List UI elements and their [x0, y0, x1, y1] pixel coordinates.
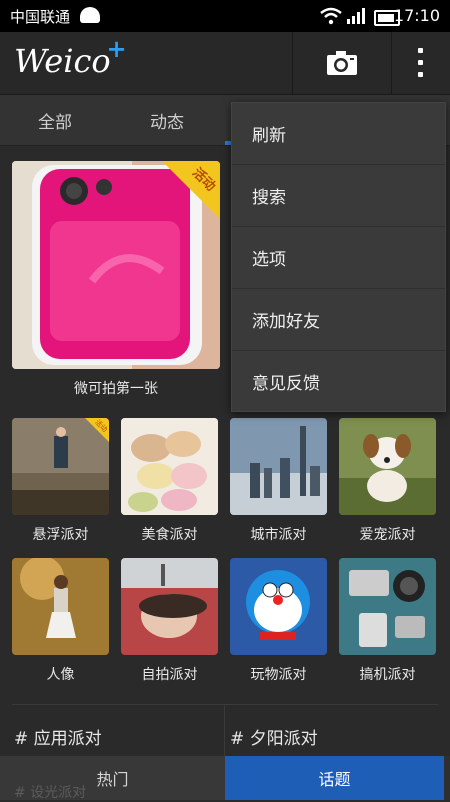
android-icon — [80, 7, 100, 23]
thumb-gadgets[interactable] — [339, 558, 436, 655]
dog-image — [339, 418, 436, 515]
portrait-image — [12, 558, 109, 655]
divider — [224, 706, 225, 756]
thumb-selfie[interactable] — [121, 558, 218, 655]
doraemon-image — [230, 558, 327, 655]
thumb-label: 城市派对 — [250, 527, 307, 543]
wifi-icon — [320, 7, 342, 25]
city-image — [230, 418, 327, 515]
logo-text: Weico — [14, 42, 111, 80]
tab-topics-label: 话题 — [318, 770, 351, 789]
clock: 17:10 — [393, 6, 440, 25]
tab-topics[interactable]: 话题 — [225, 756, 444, 800]
thumb-label: 美食派对 — [141, 527, 198, 543]
signal-icon — [347, 8, 365, 24]
dot-icon — [418, 72, 423, 77]
thumb-portrait[interactable] — [12, 558, 109, 655]
ghost-topic-text: # 设光派对 — [14, 785, 87, 801]
thumb-pets[interactable] — [339, 418, 436, 515]
bottom-tab-bar: 热门 话题 # 设光派对 — [0, 756, 450, 801]
tab-activity[interactable]: 动态 — [150, 108, 184, 133]
thumb-label: 人像 — [46, 667, 75, 683]
menu-item-add-friend[interactable]: 添加好友 — [232, 289, 445, 351]
thumb-label: 玩物派对 — [250, 667, 307, 683]
carrier-name: 中国联通 — [10, 8, 71, 26]
menu-item-options[interactable]: 选项 — [232, 227, 445, 289]
divider — [12, 704, 438, 705]
status-bar: 中国联通 17:10 — [0, 0, 450, 32]
selfie-image — [121, 558, 218, 655]
app-bar: Weico + — [0, 32, 450, 95]
camera-icon — [327, 51, 357, 75]
overflow-menu-button[interactable] — [391, 32, 450, 94]
menu-item-search[interactable]: 搜索 — [232, 165, 445, 227]
dot-icon — [418, 48, 423, 53]
menu-item-label: 选项 — [252, 250, 286, 270]
topic-sunset-party[interactable]: # 夕阳派对 — [230, 724, 318, 749]
thumb-label: 搞机派对 — [359, 667, 416, 683]
logo-plus: + — [106, 34, 127, 63]
menu-item-label: 刷新 — [252, 126, 286, 146]
thumb-food[interactable] — [121, 418, 218, 515]
camera-button[interactable] — [292, 32, 392, 94]
thumb-toys[interactable] — [230, 558, 327, 655]
app-logo: Weico + — [14, 34, 127, 80]
gadgets-image — [339, 558, 436, 655]
macaron-image — [121, 418, 218, 515]
topic-app-party[interactable]: # 应用派对 — [14, 724, 102, 749]
thumb-floating[interactable]: 活动 — [12, 418, 109, 515]
tab-all[interactable]: 全部 — [38, 108, 72, 133]
dot-icon — [418, 60, 423, 65]
thumb-city[interactable] — [230, 418, 327, 515]
overflow-menu: 刷新 搜索 选项 添加好友 意见反馈 — [231, 102, 446, 412]
thumb-label: 悬浮派对 — [32, 527, 89, 543]
menu-item-label: 搜索 — [252, 188, 286, 208]
thumb-label: 自拍派对 — [141, 667, 198, 683]
featured-card[interactable]: 活动 — [12, 161, 220, 369]
menu-item-refresh[interactable]: 刷新 — [232, 103, 445, 165]
menu-item-label: 意见反馈 — [252, 374, 320, 394]
featured-caption: 微可拍第一张 — [74, 381, 158, 397]
menu-item-feedback[interactable]: 意见反馈 — [232, 351, 445, 412]
menu-item-label: 添加好友 — [252, 312, 320, 332]
thumb-label: 爱宠派对 — [359, 527, 416, 543]
